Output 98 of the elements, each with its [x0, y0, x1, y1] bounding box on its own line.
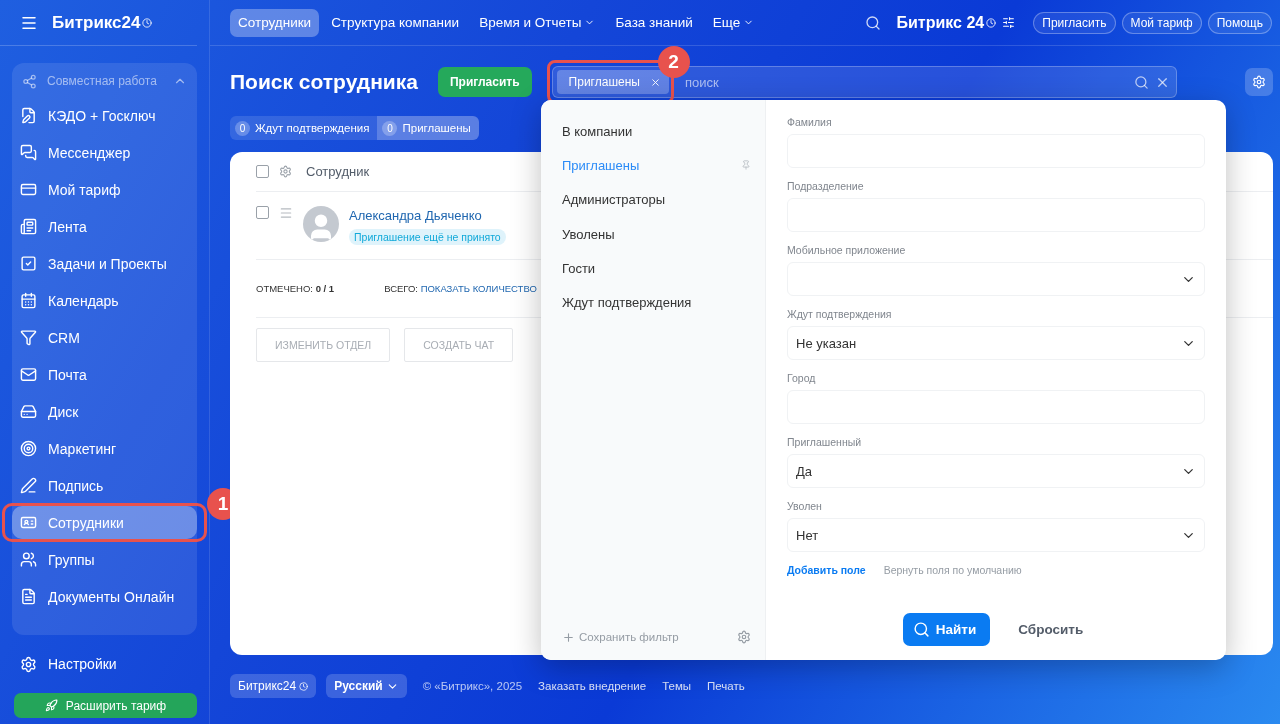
plus-icon	[562, 630, 575, 644]
show-count-link[interactable]: ПОКАЗАТЬ КОЛИЧЕСТВО	[420, 283, 537, 294]
sidebar-item[interactable]: Мой тариф	[12, 173, 197, 206]
sidebar-item[interactable]: Почта	[12, 358, 197, 391]
employee-name[interactable]: Александра Дьяченко	[349, 208, 482, 223]
settings-item[interactable]: Настройки	[14, 649, 197, 679]
rocket-icon	[44, 699, 58, 712]
sidebar-item[interactable]: Лента	[12, 210, 197, 243]
sidebar-item[interactable]: Маркетинг	[12, 432, 197, 465]
network-icon	[22, 73, 37, 89]
filter-preset[interactable]: Уволены	[562, 216, 751, 252]
field-label: Город	[787, 372, 817, 386]
sidebar-item[interactable]: Календарь	[12, 284, 197, 317]
footer-link[interactable]: Темы	[662, 680, 692, 692]
pin-icon[interactable]	[741, 160, 751, 171]
news-icon	[20, 218, 37, 235]
sidebar-item[interactable]: Группы	[12, 543, 197, 576]
document-icon	[20, 588, 37, 605]
sidebar-item[interactable]: Мессенджер	[12, 136, 197, 169]
sidebar-item[interactable]: КЭДО + Госключ	[12, 99, 197, 132]
nav-tab[interactable]: Сотрудники	[230, 8, 320, 37]
gear-icon[interactable]	[737, 630, 751, 644]
filter-preset[interactable]: Приглашены	[562, 148, 751, 183]
page-title: Поиск сотрудника	[230, 70, 418, 94]
copyright-text: © «Битрикс», 2025	[422, 680, 523, 692]
footer-logo[interactable]: Битрикс24	[230, 674, 317, 698]
field-label: Приглашенный	[787, 436, 863, 450]
sidebar-item[interactable]: Диск	[12, 395, 197, 428]
field-label: Мобильное приложение	[787, 244, 907, 258]
document-pen-icon	[20, 107, 37, 124]
drive-icon	[20, 403, 37, 420]
gear-icon[interactable]	[279, 165, 292, 178]
settings-button[interactable]	[1245, 68, 1273, 96]
gear-icon	[1252, 75, 1266, 89]
mail-icon	[20, 366, 37, 383]
step-number: 2	[657, 46, 690, 78]
header-button[interactable]: Помощь	[1207, 11, 1272, 34]
footer-link[interactable]: Печать	[707, 680, 745, 692]
invite-button[interactable]: Пригласить	[437, 67, 532, 97]
people-icon	[20, 551, 37, 568]
filter-preset[interactable]: Гости	[562, 251, 751, 286]
field-label: Фамилия	[787, 116, 833, 130]
nav-tab[interactable]: Структура компании	[323, 8, 468, 37]
close-icon[interactable]	[649, 76, 661, 88]
logo[interactable]: Битрикс24	[52, 12, 153, 33]
field-label: Подразделение	[787, 180, 865, 194]
reset-button[interactable]: Сбросить	[1012, 621, 1090, 638]
checkbox-icon	[20, 255, 37, 272]
search-icon[interactable]	[864, 14, 881, 31]
filter-preset[interactable]: В компании	[562, 114, 751, 149]
add-field-link[interactable]: Добавить поле	[787, 564, 866, 576]
save-filter-link[interactable]: Сохранить фильтр	[562, 630, 679, 644]
checkbox[interactable]	[256, 206, 269, 219]
avatar	[303, 206, 339, 242]
select-field[interactable]	[787, 262, 1205, 296]
find-button[interactable]: Найти	[902, 613, 991, 646]
funnel-icon	[20, 329, 37, 346]
search-icon	[912, 621, 930, 638]
checkbox[interactable]	[256, 165, 269, 178]
sliders-icon[interactable]	[1002, 16, 1016, 29]
selected-count: ОТМЕЧЕНО: 0 / 1	[256, 283, 335, 294]
nav-tab[interactable]: Еще	[704, 8, 763, 37]
nav-tab[interactable]: База знаний	[607, 8, 701, 37]
filter-preset[interactable]: Администраторы	[562, 182, 751, 217]
gear-icon	[20, 655, 37, 673]
field-label: Уволен	[787, 500, 823, 514]
chat-icon	[20, 144, 37, 161]
upgrade-button[interactable]: Расширить тариф	[14, 693, 197, 718]
restore-fields-link[interactable]: Вернуть поля по умолчанию	[883, 564, 1022, 576]
pen-icon	[20, 477, 37, 494]
filter-chip[interactable]: Приглашены	[556, 70, 669, 94]
sidebar-item[interactable]: Подпись	[12, 469, 197, 502]
sidebar-item[interactable]: Задачи и Проекты	[12, 247, 197, 280]
filter-preset[interactable]: Ждут подтверждения	[562, 285, 751, 320]
header-button[interactable]: Пригласить	[1033, 11, 1116, 34]
nav-tab[interactable]: Время и Отчеты	[471, 8, 604, 37]
counter-tab[interactable]: 0 Приглашены	[377, 116, 479, 140]
sidebar-item[interactable]: Документы Онлайн	[12, 580, 197, 613]
total-count: ВСЕГО: ПОКАЗАТЬ КОЛИЧЕСТВО	[384, 283, 537, 294]
id-card-icon	[20, 514, 37, 531]
status-badge: Приглашение ещё не принято	[349, 229, 506, 245]
logo: Битрикс 24	[896, 13, 997, 32]
select-field[interactable]: Нет	[787, 518, 1205, 552]
sidebar-item[interactable]: Сотрудники	[12, 506, 197, 539]
drag-icon[interactable]	[279, 206, 293, 220]
language-select[interactable]: Русский	[326, 674, 407, 698]
card-icon	[20, 181, 37, 198]
target-icon	[20, 440, 37, 457]
sidebar-item[interactable]: CRM	[12, 321, 197, 354]
field-label: Ждут подтверждения	[787, 308, 893, 322]
counter-tab[interactable]: 0 Ждут подтверждения	[230, 116, 378, 140]
select-field[interactable]: Да	[787, 454, 1205, 488]
footer-link[interactable]: Заказать внедрение	[538, 680, 647, 692]
calendar-icon	[20, 292, 37, 309]
search-icon[interactable]	[1134, 74, 1149, 90]
header-button[interactable]: Мой тариф	[1121, 11, 1202, 34]
column-header[interactable]: Сотрудник	[306, 164, 370, 179]
select-field[interactable]: Не указан	[787, 326, 1205, 360]
